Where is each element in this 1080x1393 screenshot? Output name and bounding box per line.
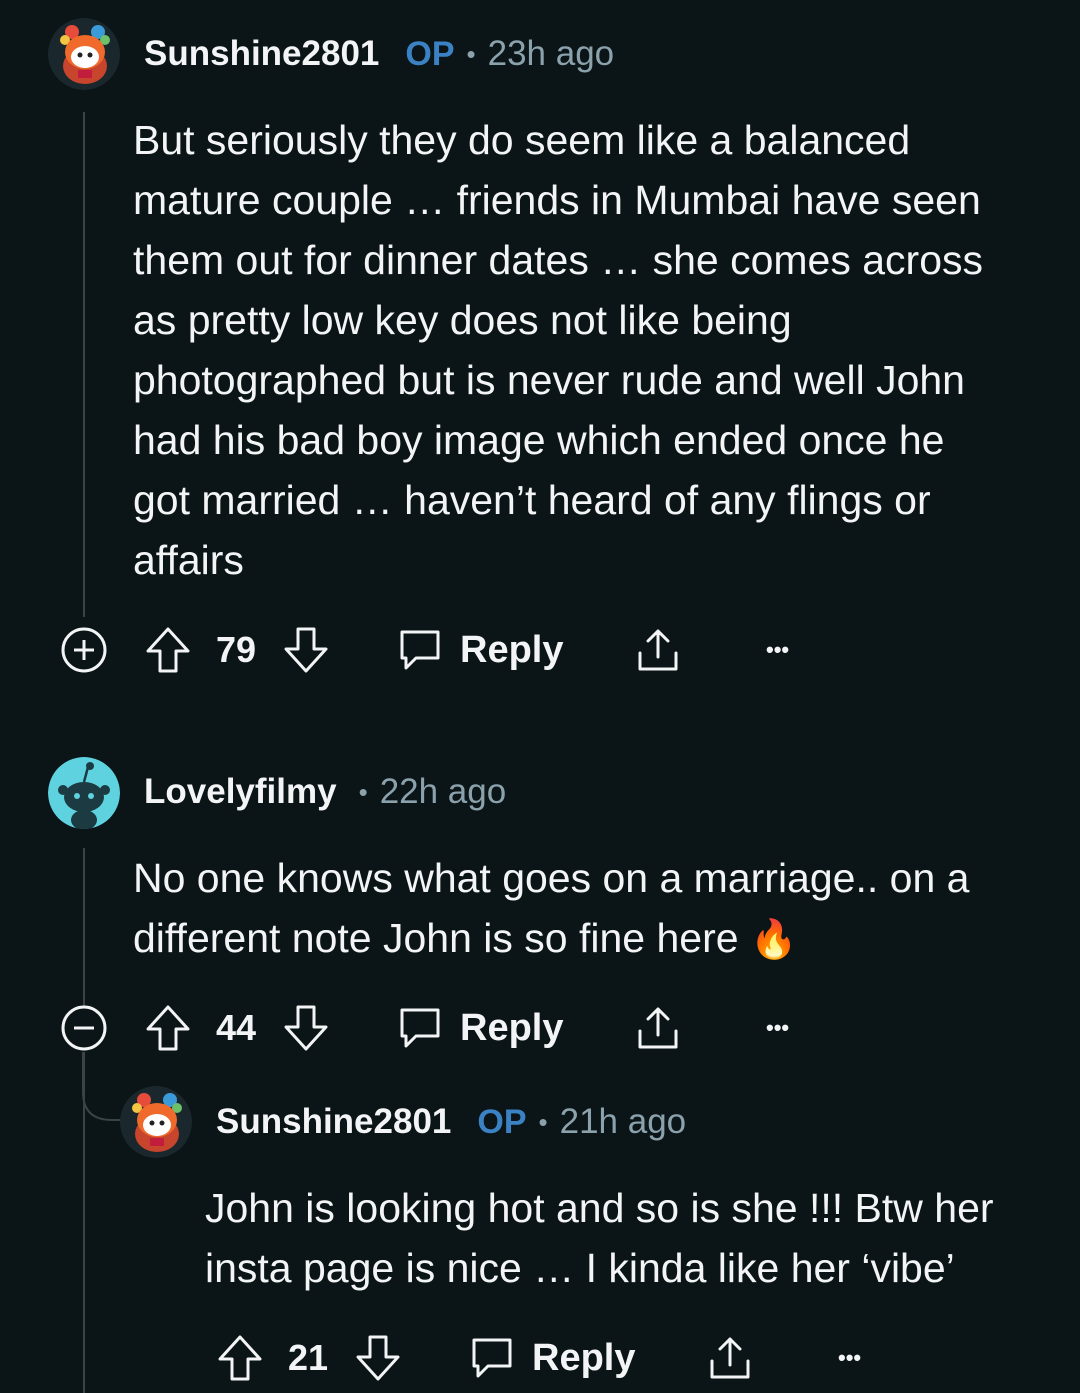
thread-line — [83, 112, 85, 617]
reply-button[interactable]: Reply — [396, 620, 563, 680]
reply-button[interactable]: Reply — [396, 998, 563, 1058]
comment-line: different note John is so fine here 🔥 — [133, 908, 969, 970]
downvote-button[interactable] — [354, 1328, 402, 1388]
upvote-arrow-icon — [146, 1005, 190, 1051]
snoo-avatar-rainbow-icon — [120, 1086, 192, 1158]
snoo-avatar-default-icon — [48, 757, 120, 829]
comment-body: No one knows what goes on a marriage.. o… — [133, 848, 969, 970]
comment-line: as pretty low key does not like being — [133, 297, 792, 343]
fire-emoji: 🔥 — [749, 919, 798, 961]
comment-body: But seriously they do seem like a balanc… — [133, 110, 983, 590]
downvote-button[interactable] — [282, 998, 330, 1058]
comment-line: insta page is nice … I kinda like her ‘v… — [205, 1245, 955, 1291]
upvote-arrow-icon — [218, 1335, 262, 1381]
share-icon — [638, 1007, 678, 1049]
thread-line — [83, 848, 85, 1008]
comment-header: Sunshine2801 OP • 23h ago — [144, 34, 614, 74]
downvote-button[interactable] — [282, 620, 330, 680]
share-button[interactable] — [706, 1328, 754, 1388]
share-button[interactable] — [634, 620, 682, 680]
share-icon — [710, 1337, 750, 1379]
more-options-icon[interactable]: ••• — [838, 1328, 861, 1388]
user-avatar[interactable] — [48, 18, 120, 90]
upvote-button[interactable] — [144, 998, 192, 1058]
reply-label: Reply — [532, 1336, 636, 1379]
timestamp: 22h ago — [379, 772, 507, 811]
comment-line: had his bad boy image which ended once h… — [133, 417, 945, 463]
vote-count: 79 — [216, 629, 257, 670]
downvote-arrow-icon — [284, 627, 328, 673]
more-options-icon[interactable]: ••• — [766, 998, 789, 1058]
minus-circle-icon — [61, 1005, 107, 1051]
comment-line: But seriously they do seem like a balanc… — [133, 117, 911, 163]
comment-header: Lovelyfilmy • 22h ago — [144, 772, 506, 812]
timestamp: 21h ago — [559, 1102, 687, 1141]
comment-actions: 44 Reply ••• — [60, 998, 820, 1058]
timestamp: 23h ago — [487, 34, 615, 73]
reply-bubble-icon — [472, 1338, 512, 1378]
upvote-arrow-icon — [146, 627, 190, 673]
separator-dot: • — [538, 1106, 548, 1137]
comment-line-text: different note John is so fine here — [133, 915, 739, 961]
upvote-button[interactable] — [144, 620, 192, 680]
comment-line: got married … haven’t heard of any fling… — [133, 477, 931, 523]
op-badge: OP — [477, 1102, 527, 1141]
comment-header: Sunshine2801 OP • 21h ago — [216, 1102, 686, 1142]
more-options-icon[interactable]: ••• — [766, 620, 789, 680]
downvote-arrow-icon — [356, 1335, 400, 1381]
comment-line: photographed but is never rude and well … — [133, 357, 965, 403]
user-avatar[interactable] — [48, 757, 120, 829]
reply-button[interactable]: Reply — [468, 1328, 635, 1388]
comment-actions: 21 Reply ••• — [132, 1328, 892, 1388]
upvote-button[interactable] — [216, 1328, 264, 1388]
username[interactable]: Sunshine2801 — [144, 34, 379, 74]
comment-line: No one knows what goes on a marriage.. o… — [133, 855, 970, 901]
comment-line: mature couple … friends in Mumbai have s… — [133, 177, 981, 223]
comment-line: affairs — [133, 537, 244, 583]
reply-bubble-icon — [400, 1008, 440, 1048]
op-badge: OP — [405, 34, 455, 73]
comment-line: them out for dinner dates … she comes ac… — [133, 237, 984, 283]
comment-body: John is looking hot and so is she !!! Bt… — [205, 1178, 994, 1298]
username[interactable]: Lovelyfilmy — [144, 772, 337, 812]
separator-dot: • — [358, 776, 368, 807]
comment-actions: 79 Reply ••• — [60, 620, 820, 680]
expand-button[interactable] — [60, 620, 108, 680]
username[interactable]: Sunshine2801 — [216, 1102, 451, 1142]
share-icon — [638, 629, 678, 671]
user-avatar[interactable] — [120, 1086, 192, 1158]
reply-label: Reply — [460, 1006, 564, 1049]
plus-circle-icon — [61, 627, 107, 673]
reply-label: Reply — [460, 628, 564, 671]
comment-line: John is looking hot and so is she !!! Bt… — [205, 1185, 994, 1231]
downvote-arrow-icon — [284, 1005, 328, 1051]
snoo-avatar-rainbow-icon — [48, 18, 120, 90]
reply-bubble-icon — [400, 630, 440, 670]
share-button[interactable] — [634, 998, 682, 1058]
separator-dot: • — [466, 38, 476, 69]
vote-count: 21 — [288, 1337, 329, 1378]
vote-count: 44 — [216, 1007, 257, 1048]
collapse-button[interactable] — [60, 998, 108, 1058]
